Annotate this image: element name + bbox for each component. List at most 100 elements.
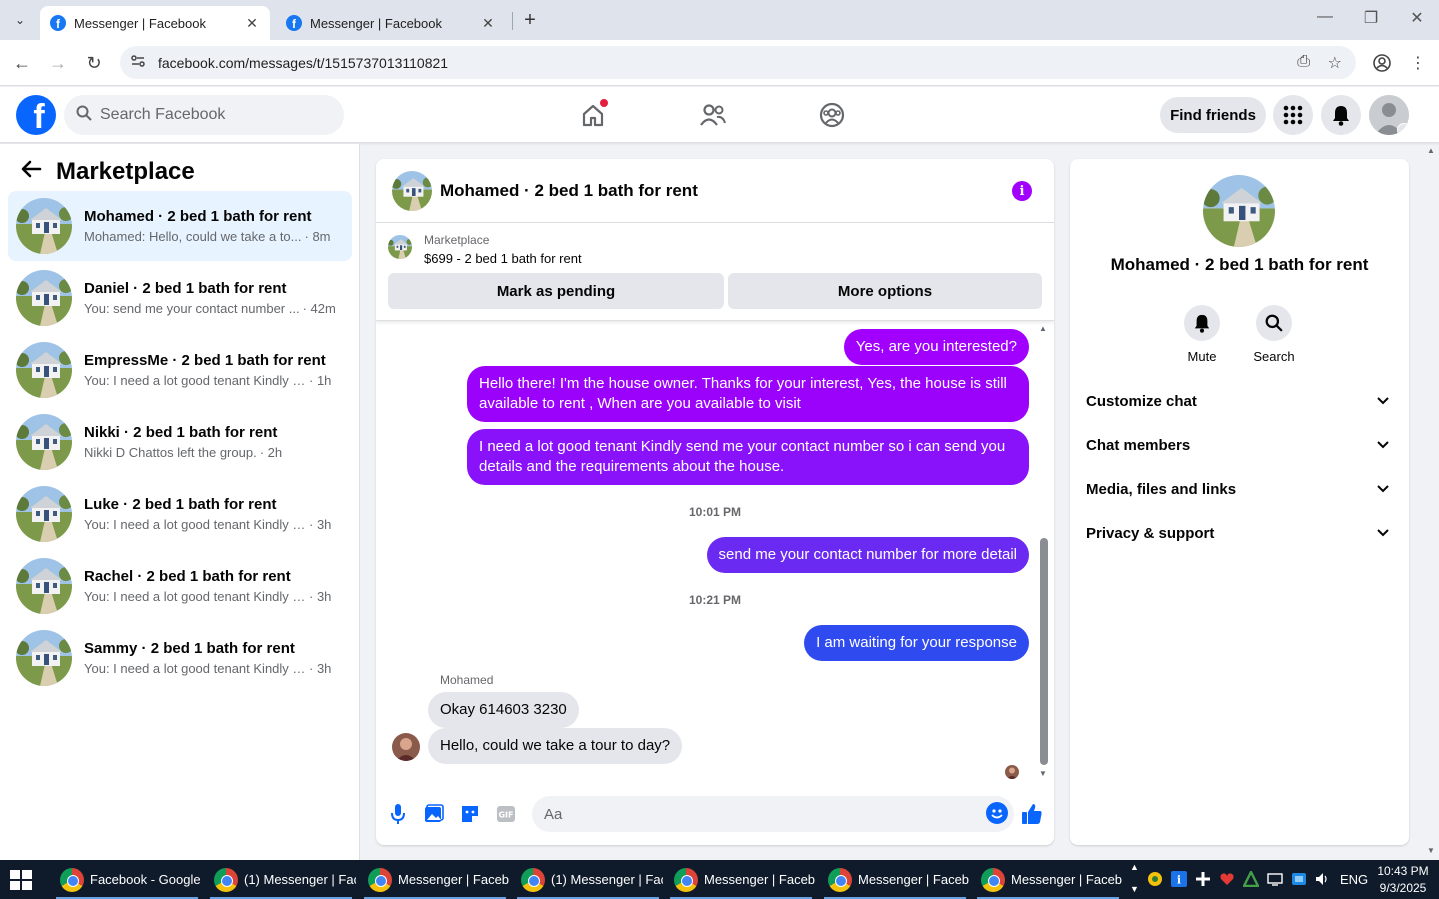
mute-label: Mute <box>1187 349 1217 364</box>
bookmark-star-icon[interactable]: ☆ <box>1328 53 1342 73</box>
sender-avatar[interactable] <box>392 733 420 761</box>
info-icon[interactable]: i <box>1012 181 1032 201</box>
timestamp: 10:21 PM <box>688 593 742 607</box>
tab-title: Messenger | Facebook <box>74 15 206 31</box>
groups-icon[interactable] <box>817 101 847 129</box>
chrome-icon <box>674 867 698 892</box>
language-indicator[interactable]: ENG <box>1340 872 1368 887</box>
tray-triangle-icon[interactable] <box>1242 869 1260 890</box>
volume-icon[interactable] <box>1314 871 1330 890</box>
customize-chat-section[interactable]: Customize chat <box>1078 381 1401 421</box>
tab-close-icon[interactable]: ✕ <box>480 15 496 32</box>
message-input-box[interactable] <box>532 796 1014 832</box>
sender-name: Mohamed <box>440 673 494 687</box>
tray-heart-icon[interactable] <box>1219 871 1235 890</box>
conversation-item[interactable]: Sammy · 2 bed 1 bath for rent You: I nee… <box>8 623 352 693</box>
taskbar-item[interactable]: Messenger | Faceb... <box>973 860 1123 899</box>
close-window-icon[interactable]: ✕ <box>1402 8 1432 28</box>
tab-title: Messenger | Facebook <box>310 15 442 31</box>
message-input[interactable] <box>544 805 964 823</box>
account-avatar[interactable]: ⌄ <box>1369 95 1409 135</box>
system-clock[interactable]: 10:43 PM 9/3/2025 <box>1372 863 1434 897</box>
conversation-preview: You: I need a lot good tenant Kindly s..… <box>84 589 306 604</box>
tray-overflow-up-icon[interactable]: ▲ <box>1130 862 1139 872</box>
privacy-support-section[interactable]: Privacy & support <box>1078 513 1401 553</box>
conversation-avatar <box>16 558 72 614</box>
microphone-icon[interactable] <box>386 802 410 826</box>
scroll-down-arrow[interactable]: ▼ <box>1039 769 1047 778</box>
chat-members-section[interactable]: Chat members <box>1078 425 1401 465</box>
profile-avatar[interactable] <box>1203 175 1275 247</box>
conversation-item[interactable]: Luke · 2 bed 1 bath for rent You: I need… <box>8 479 352 549</box>
marketplace-sidebar: Marketplace Mohamed · 2 bed 1 bath for r… <box>0 144 360 860</box>
facebook-logo-icon[interactable]: f <box>16 95 56 135</box>
new-tab-button[interactable]: + <box>518 8 542 32</box>
tab-search-dropdown[interactable]: ⌄ <box>8 8 32 32</box>
emoji-icon[interactable] <box>986 802 1008 824</box>
windows-start-icon[interactable] <box>10 870 32 890</box>
tray-info-icon[interactable]: i <box>1171 871 1187 890</box>
like-thumbs-up-icon[interactable] <box>1020 802 1044 826</box>
conversation-name: Daniel · 2 bed 1 bath for rent <box>84 280 287 297</box>
mute-button[interactable]: Mute <box>1172 305 1232 364</box>
site-settings-icon[interactable] <box>130 53 154 72</box>
taskbar-item[interactable]: (1) Messenger | Fac... <box>206 860 356 899</box>
taskbar-item[interactable]: Facebook - Google ... <box>52 860 202 899</box>
notifications-bell-icon[interactable] <box>1321 95 1361 135</box>
back-arrow-icon[interactable] <box>20 159 46 185</box>
conversation-item[interactable]: Mohamed · 2 bed 1 bath for rent Mohamed:… <box>8 191 352 261</box>
conversation-item[interactable]: EmpressMe · 2 bed 1 bath for rent You: I… <box>8 335 352 405</box>
find-friends-button[interactable]: Find friends <box>1160 97 1266 133</box>
sidebar-header: Marketplace <box>20 158 195 186</box>
taskbar-item-label: Messenger | Faceb... <box>858 872 970 887</box>
sticker-icon[interactable] <box>458 802 482 826</box>
facebook-search-input[interactable] <box>100 106 320 124</box>
profile-icon[interactable] <box>1370 51 1394 75</box>
facebook-search[interactable] <box>64 95 344 135</box>
reload-icon[interactable]: ↻ <box>82 51 106 75</box>
chat-avatar[interactable] <box>392 171 432 211</box>
tab-close-icon[interactable]: ✕ <box>244 15 260 32</box>
listing-price-title[interactable]: $699 - 2 bed 1 bath for rent <box>424 251 582 266</box>
sidebar-title: Marketplace <box>56 158 195 185</box>
home-icon[interactable] <box>578 99 608 129</box>
conversation-item[interactable]: Nikki · 2 bed 1 bath for rent Nikki D Ch… <box>8 407 352 477</box>
scroll-up-arrow[interactable]: ▲ <box>1039 324 1047 333</box>
conversation-item[interactable]: Daniel · 2 bed 1 bath for rent You: send… <box>8 263 352 333</box>
photo-icon[interactable] <box>422 802 446 826</box>
tray-display-icon[interactable] <box>1291 871 1307 890</box>
menu-grid-icon[interactable] <box>1273 95 1313 135</box>
tray-app-icon[interactable] <box>1147 871 1163 890</box>
restore-icon[interactable]: ❐ <box>1356 8 1386 28</box>
more-options-button[interactable]: More options <box>728 273 1042 309</box>
conversation-name: Luke · 2 bed 1 bath for rent <box>84 496 277 513</box>
network-icon[interactable] <box>1267 871 1283 890</box>
conversation-time: · 1h <box>309 373 332 388</box>
chrome-menu-icon[interactable]: ⋮ <box>1406 51 1430 75</box>
chat-scrollbar[interactable] <box>1040 538 1048 765</box>
search-in-chat-button[interactable]: Search <box>1244 305 1304 364</box>
browser-tab-2[interactable]: f Messenger | Facebook ✕ <box>276 6 506 40</box>
conversation-item[interactable]: Rachel · 2 bed 1 bath for rent You: I ne… <box>8 551 352 621</box>
page-scroll-down-arrow[interactable]: ▼ <box>1427 846 1435 855</box>
minimize-icon[interactable]: — <box>1310 8 1340 26</box>
friends-icon[interactable] <box>698 101 728 129</box>
tray-plus-icon[interactable] <box>1195 871 1211 890</box>
taskbar-item-label: Facebook - Google ... <box>90 872 202 887</box>
taskbar-item[interactable]: Messenger | Faceb... <box>360 860 510 899</box>
taskbar-item[interactable]: Messenger | Faceb... <box>666 860 816 899</box>
browser-tab-1[interactable]: f Messenger | Facebook ✕ <box>40 6 270 40</box>
forward-icon[interactable]: → <box>46 51 70 75</box>
gif-icon[interactable]: GIF <box>494 802 518 826</box>
mark-as-pending-button[interactable]: Mark as pending <box>388 273 724 309</box>
media-files-links-section[interactable]: Media, files and links <box>1078 469 1401 509</box>
taskbar-item[interactable]: Messenger | Faceb... <box>820 860 970 899</box>
address-bar[interactable]: facebook.com/messages/t/1515737013110821… <box>120 46 1356 79</box>
listing-thumbnail[interactable] <box>388 235 412 259</box>
install-app-icon[interactable]: ⎙ <box>1297 53 1310 71</box>
page-scroll-up-arrow[interactable]: ▲ <box>1427 146 1435 155</box>
tray-overflow-down-icon[interactable]: ▼ <box>1130 884 1139 894</box>
taskbar-item[interactable]: (1) Messenger | Fac... <box>513 860 663 899</box>
back-icon[interactable]: ← <box>10 51 34 75</box>
chat-title[interactable]: Mohamed · 2 bed 1 bath for rent <box>440 181 698 201</box>
